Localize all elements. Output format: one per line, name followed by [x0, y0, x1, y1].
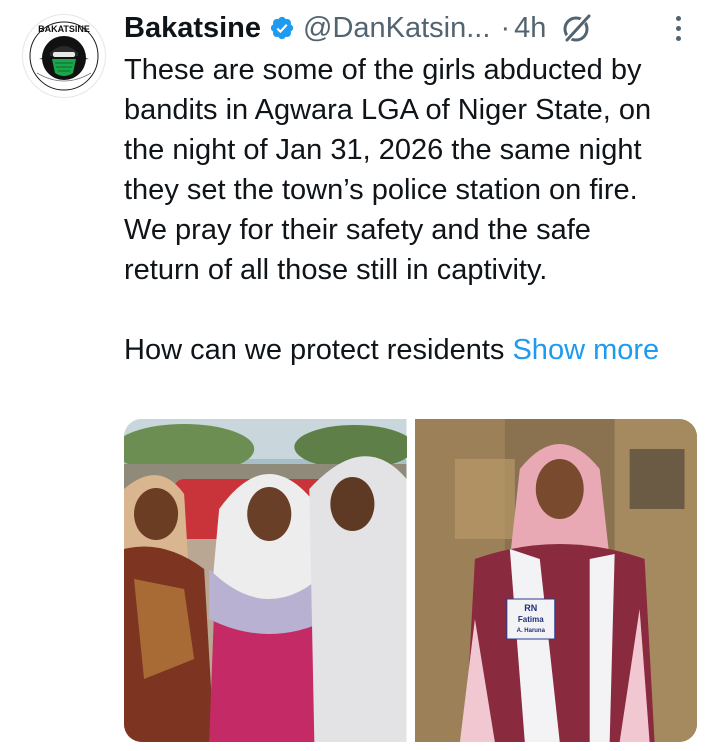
photo-girl-in-sash[interactable]: RN Fatima A. Haruna — [414, 419, 697, 742]
media-grid: RN Fatima A. Haruna — [124, 419, 697, 742]
verified-badge-icon — [270, 16, 294, 40]
display-name[interactable]: Bakatsine — [124, 12, 261, 45]
tweet-text: These are some of the girls abducted by … — [124, 50, 704, 370]
svg-text:A. Haruna: A. Haruna — [516, 628, 545, 634]
second-paragraph-text: How can we protect residents — [124, 334, 505, 366]
tweet-text-line: We pray for their safety and the safe — [124, 214, 591, 246]
svg-text:RN: RN — [524, 603, 537, 613]
tweet-text-line: the night of Jan 31, 2026 the same night — [124, 134, 642, 166]
grok-icon[interactable] — [560, 11, 594, 45]
tweet-text-second-paragraph: How can we protect residents Show more — [124, 330, 704, 370]
tweet-text-line: return of all those still in captivity. — [124, 254, 548, 286]
tweet-header: Bakatsine @DanKatsin... · 4h — [124, 8, 704, 48]
bakatsine-logo: BAKATSINE — [24, 16, 104, 96]
tweet-text-line: bandits in Agwara LGA of Niger State, on — [124, 94, 652, 126]
handle[interactable]: @DanKatsin... — [303, 12, 490, 45]
separator-dot: · — [500, 11, 511, 44]
svg-text:Fatima: Fatima — [517, 615, 543, 624]
show-more-link[interactable]: Show more — [512, 334, 659, 366]
tweet-text-line: they set the town’s police station on fi… — [124, 174, 638, 206]
tweet-text-line: These are some of the girls abducted by — [124, 54, 642, 86]
photo-group-of-girls[interactable] — [124, 419, 407, 742]
svg-text:BAKATSINE: BAKATSINE — [38, 24, 90, 34]
avatar[interactable]: BAKATSINE — [22, 14, 106, 98]
more-options-icon[interactable] — [668, 8, 688, 48]
timestamp[interactable]: 4h — [514, 12, 546, 45]
